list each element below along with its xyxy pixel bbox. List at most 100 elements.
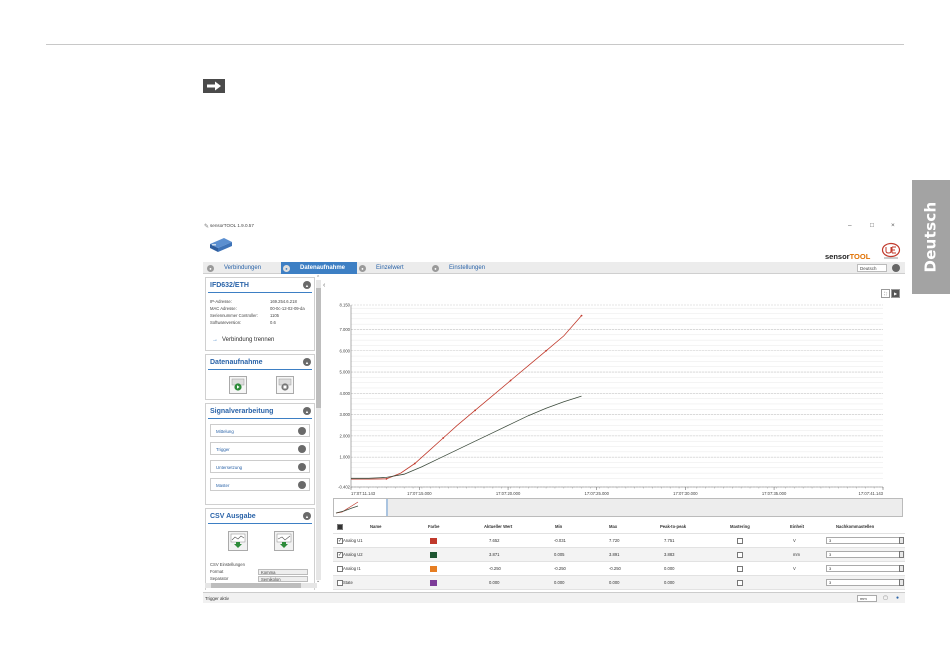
chart-area: ⛶ ▶ 8.150 7.000 6.000 5.000 4.000 3.000 2.000 1.… <box>331 277 905 497</box>
csv-output-section: CSV Ausgabe ▲ CSV Einstellungen Format K… <box>205 508 315 590</box>
stepper-icon[interactable] <box>899 565 904 572</box>
chart-toolbar: ⛶ ▶ <box>880 289 900 298</box>
data-point <box>413 462 416 465</box>
start-acquisition-button[interactable] <box>229 376 247 394</box>
record-play-icon <box>231 378 245 391</box>
minimize-button[interactable]: – <box>848 222 852 229</box>
signal-item-trigger[interactable]: Trigger <box>210 442 310 455</box>
left-panel-hscrollbar[interactable] <box>205 583 317 588</box>
mastering-checkbox[interactable] <box>737 580 743 586</box>
disconnect-link[interactable]: → Verbindung trennen <box>212 337 274 343</box>
collapse-up-icon[interactable]: ▲ <box>303 407 311 415</box>
csv-export-all-button[interactable] <box>228 531 248 551</box>
data-point <box>442 437 445 439</box>
max-value: 3.891 <box>609 552 620 557</box>
scrollbar-thumb[interactable] <box>316 288 321 408</box>
tab-einstellungen[interactable]: ● Einstellungen <box>430 262 510 274</box>
left-panel-scrollbar[interactable] <box>316 280 321 580</box>
section-divider <box>208 292 312 293</box>
table-header-row: Name Farbe Aktueller Wert Min Max Peak-t… <box>333 520 905 534</box>
mac-value: 00-0c-12-02-09-da <box>270 306 305 311</box>
overview-window[interactable] <box>334 499 388 516</box>
channel-color-swatch[interactable] <box>430 552 437 558</box>
mastering-checkbox[interactable] <box>737 552 743 558</box>
p2p-value: 7.751 <box>664 538 675 543</box>
fit-view-icon[interactable]: ⛶ <box>881 289 890 298</box>
y-tick-label: 3.000 <box>340 412 351 417</box>
csv-export-selection-button[interactable] <box>274 531 294 551</box>
nav-bullet-icon: ● <box>432 264 439 272</box>
max-value: 0.000 <box>609 580 620 585</box>
status-bar: Trigger aktiv mm ▢ ● <box>203 592 905 603</box>
info-icon[interactable]: ● <box>894 595 901 602</box>
mastering-checkbox[interactable] <box>737 566 743 572</box>
csv-separator-select[interactable]: Semikolon <box>258 576 308 582</box>
collapse-panel-icon[interactable]: ‹ <box>323 282 325 289</box>
signal-processing-section: Signalverarbeitung ▲ Mittelung Trigger U… <box>205 403 315 505</box>
document-icon[interactable]: ▢ <box>882 595 889 602</box>
mac-label: MAC Adresse: <box>210 306 237 311</box>
channel-color-swatch[interactable] <box>430 538 437 544</box>
mastering-checkbox[interactable] <box>737 538 743 544</box>
y-tick-label: 8.150 <box>340 303 351 308</box>
close-button[interactable]: × <box>891 222 895 229</box>
signal-processing-title: Signalverarbeitung <box>210 408 274 415</box>
nav-bullet-icon: ● <box>207 264 214 272</box>
x-tick-label: 17:07:30.000 <box>673 491 698 496</box>
device-section: IFD632/ETH ▲ IP-Adresse: 169.254.6.218 M… <box>205 277 315 351</box>
maximize-button[interactable]: □ <box>870 222 874 229</box>
signal-item-master[interactable]: Master <box>210 478 310 491</box>
decimals-input[interactable]: 3 <box>826 551 904 558</box>
y-tick-label: 5.000 <box>340 370 351 375</box>
brand-logo-icon <box>881 242 901 259</box>
table-row[interactable]: Analog I1 -0.250 -0.250 -0.250 0.000 V 3 <box>333 562 905 576</box>
window-title: sensorTOOL 1.9.0.57 <box>210 223 254 228</box>
measurement-chart[interactable]: 8.150 7.000 6.000 5.000 4.000 3.000 2.000 1.000… <box>331 277 905 497</box>
nav-bullet-icon: ● <box>283 264 290 272</box>
app-icon: ✎ <box>204 224 210 230</box>
tab-einzelwert[interactable]: ● Einzelwert <box>357 262 425 274</box>
status-text: Trigger aktiv <box>205 596 229 601</box>
p2p-value: 0.000 <box>664 566 675 571</box>
stepper-icon[interactable] <box>899 551 904 558</box>
channel-color-swatch[interactable] <box>430 580 437 586</box>
select-all-checkbox[interactable] <box>337 524 343 530</box>
collapse-up-icon[interactable]: ▲ <box>303 281 311 289</box>
current-value: -0.250 <box>489 566 501 571</box>
col-name: Name <box>370 524 382 529</box>
language-chevron-icon[interactable] <box>892 264 900 272</box>
signal-item-mittelung[interactable]: Mittelung <box>210 424 310 437</box>
section-divider <box>208 418 312 419</box>
series-line <box>351 395 582 479</box>
stepper-icon[interactable] <box>899 579 904 586</box>
data-point <box>545 349 547 352</box>
x-tick-label: 17:07:41.143 <box>859 491 884 496</box>
decimals-input[interactable]: 3 <box>826 579 904 586</box>
channel-color-swatch[interactable] <box>430 566 437 572</box>
software-value: 0.6 <box>270 320 276 325</box>
play-icon[interactable]: ▶ <box>891 289 900 298</box>
tab-datenaufnahme[interactable]: ● Datenaufnahme <box>281 262 357 274</box>
scroll-up-icon[interactable]: ⌃ <box>316 275 320 281</box>
stepper-icon[interactable] <box>899 537 904 544</box>
csv-format-select[interactable]: Komma <box>258 569 308 575</box>
record-stop-icon <box>278 378 292 391</box>
table-row[interactable]: State 0.000 0.000 0.000 0.000 3 <box>333 576 905 590</box>
current-value: 0.000 <box>489 580 500 585</box>
language-select[interactable]: Deutsch <box>857 264 887 272</box>
collapse-up-icon[interactable]: ▲ <box>303 358 311 366</box>
decimals-input[interactable]: 3 <box>826 537 904 544</box>
y-tick-label: 1.000 <box>340 455 351 460</box>
table-row[interactable]: ✓ Analog U1 7.652 -0.031 7.720 7.751 V 3 <box>333 534 905 548</box>
signal-item-untersetzung[interactable]: Untersetzung <box>210 460 310 473</box>
table-row[interactable]: ✓ Analog U2 3.871 0.005 3.891 3.883 mm 3 <box>333 548 905 562</box>
unit-select[interactable]: mm <box>857 595 877 602</box>
stop-acquisition-button[interactable] <box>276 376 294 394</box>
decimals-input[interactable]: 3 <box>826 565 904 572</box>
hscrollbar-thumb[interactable] <box>211 583 301 588</box>
csv-output-title: CSV Ausgabe <box>210 513 256 520</box>
expand-down-icon <box>298 427 306 435</box>
chart-overview-strip[interactable] <box>333 498 903 517</box>
tab-verbindungen[interactable]: ● Verbindungen <box>205 262 277 274</box>
collapse-up-icon[interactable]: ▲ <box>303 512 311 520</box>
